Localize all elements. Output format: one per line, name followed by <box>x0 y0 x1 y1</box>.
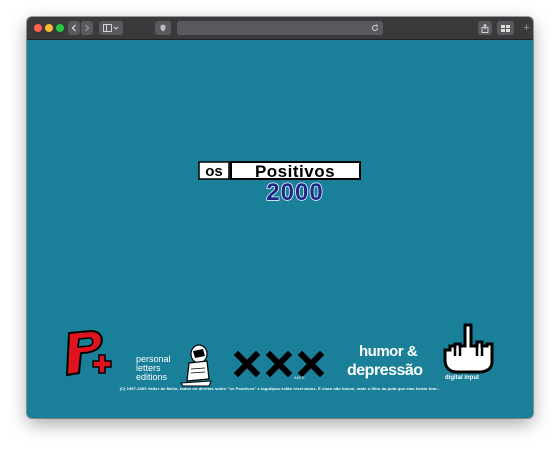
p-plus-logo[interactable] <box>61 329 119 377</box>
digital-input-logo[interactable]: digital input <box>439 322 497 386</box>
zoom-window-button[interactable] <box>56 24 64 32</box>
shield-icon <box>160 24 166 32</box>
os-positivos-2000-logo[interactable]: os Positivos 2000 <box>197 150 363 210</box>
minimize-window-button[interactable] <box>45 24 53 32</box>
xxx-logo[interactable]: ANTE <box>233 350 326 381</box>
chevron-left-icon <box>71 24 76 32</box>
privacy-report-button[interactable] <box>155 21 171 35</box>
back-button[interactable] <box>68 21 80 35</box>
middle-finger-hand-icon <box>443 323 494 374</box>
sidebar-toggle-button[interactable] <box>99 21 123 35</box>
digital-input-label: digital input <box>445 375 479 381</box>
triple-x-icon <box>233 350 325 378</box>
chevron-right-icon <box>85 24 90 32</box>
forward-button[interactable] <box>81 21 93 35</box>
share-button[interactable] <box>478 21 492 35</box>
logo-os-text: os <box>205 163 223 180</box>
xxx-subtitle: ANTE <box>294 375 305 380</box>
ple-line-3: editions <box>136 372 168 382</box>
character-drawing-icon <box>180 344 212 387</box>
reload-icon[interactable] <box>371 24 379 32</box>
close-window-button[interactable] <box>34 24 42 32</box>
share-icon <box>481 23 489 33</box>
tab-overview-icon <box>501 24 510 32</box>
personal-letters-editions-logo[interactable]: personal letters editions <box>133 343 213 389</box>
humor-line: humor & <box>359 343 418 360</box>
tab-overview-button[interactable] <box>497 21 514 35</box>
copyright-notice: (C) 1997-2000 Valter de Mello, todos os … <box>119 386 441 391</box>
browser-window: + os Positivos 2000 personal letters edi… <box>27 17 533 418</box>
new-tab-button[interactable]: + <box>521 21 532 35</box>
logo-2000-text: 2000 <box>266 179 323 206</box>
address-bar[interactable] <box>177 21 383 35</box>
humor-depressao-logo[interactable]: humor & depressão <box>345 341 427 385</box>
depressao-line: depressão <box>347 362 423 379</box>
browser-toolbar: + <box>27 17 533 40</box>
page-content: os Positivos 2000 personal letters editi… <box>27 40 533 418</box>
sidebar-icon <box>103 24 119 32</box>
